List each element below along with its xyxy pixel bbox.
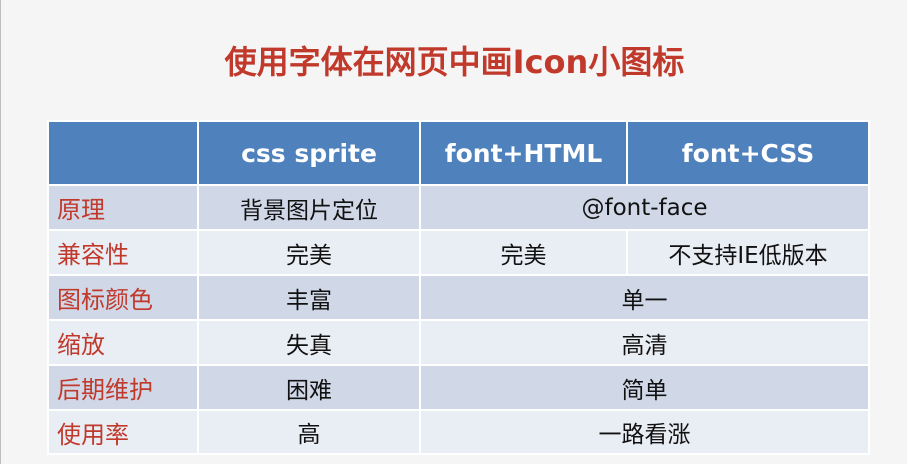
cell-sprite-usage: 高 [197, 409, 421, 455]
table-row: 图标颜色 丰富 单一 [47, 274, 870, 321]
header-css-sprite: css sprite [197, 120, 421, 186]
row-label-compatibility: 兼容性 [47, 229, 199, 276]
cell-sprite-icon-color: 丰富 [197, 274, 421, 321]
table-row: 原理 背景图片定位 @font-face [47, 184, 870, 231]
slide-title: 使用字体在网页中画Icon小图标 [224, 43, 685, 81]
row-label-scaling: 缩放 [47, 319, 199, 366]
table-header-row: css sprite font+HTML font+CSS [47, 120, 870, 186]
cell-sprite-compatibility: 完美 [197, 229, 421, 276]
cell-font-html-compatibility: 完美 [419, 229, 628, 276]
header-corner-cell [47, 120, 199, 186]
cell-sprite-principle: 背景图片定位 [197, 184, 421, 231]
table-row: 使用率 高 一路看涨 [47, 409, 870, 455]
table-row: 缩放 失真 高清 [47, 319, 870, 366]
cell-font-usage: 一路看涨 [419, 409, 870, 455]
slide: 使用字体在网页中画Icon小图标 css sprite font+HTML fo… [0, 0, 907, 464]
row-label-icon-color: 图标颜色 [47, 274, 199, 321]
table-row: 兼容性 完美 完美 不支持IE低版本 [47, 229, 870, 276]
header-font-html: font+HTML [419, 120, 628, 186]
table-row: 后期维护 困难 简单 [47, 364, 870, 411]
row-label-usage: 使用率 [47, 409, 199, 455]
cell-font-maintenance: 简单 [419, 364, 870, 411]
cell-font-scaling: 高清 [419, 319, 870, 366]
cell-font-css-compatibility: 不支持IE低版本 [626, 229, 870, 276]
cell-font-icon-color: 单一 [419, 274, 870, 321]
row-label-maintenance: 后期维护 [47, 364, 199, 411]
cell-sprite-maintenance: 困难 [197, 364, 421, 411]
comparison-table: css sprite font+HTML font+CSS 原理 背景图片定位 … [47, 120, 870, 455]
row-label-principle: 原理 [47, 184, 199, 231]
cell-sprite-scaling: 失真 [197, 319, 421, 366]
cell-font-principle: @font-face [419, 184, 870, 231]
header-font-css: font+CSS [626, 120, 870, 186]
